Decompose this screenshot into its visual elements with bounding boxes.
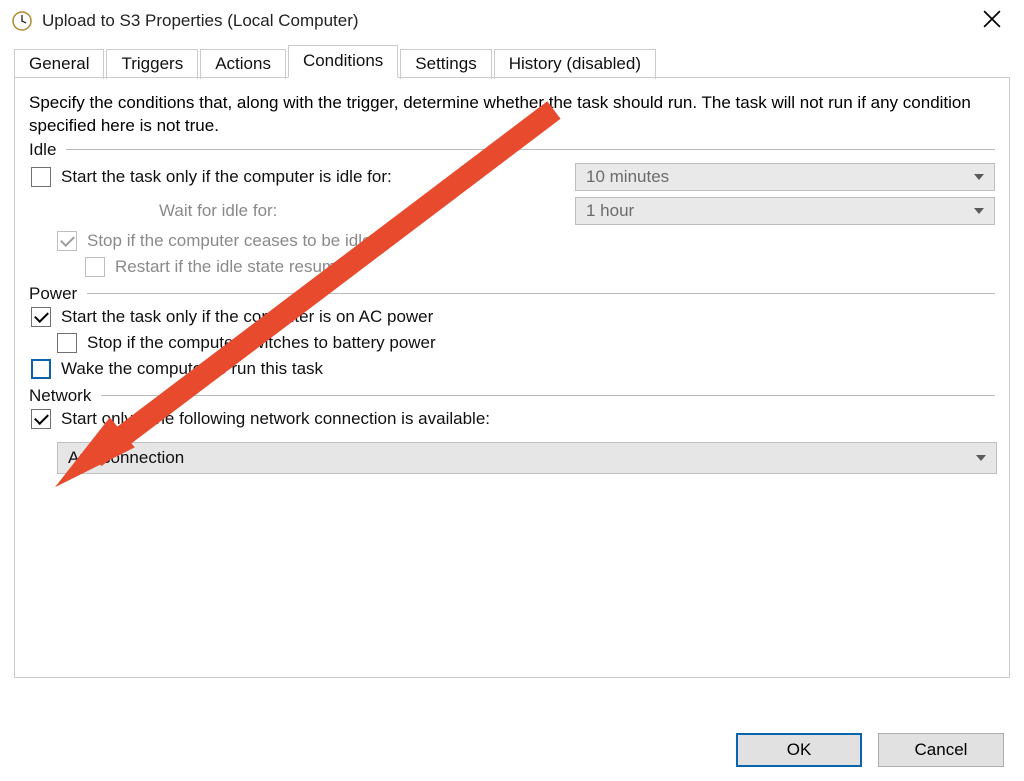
- label-net-start: Start only if the following network conn…: [61, 409, 490, 429]
- tab-general[interactable]: General: [14, 49, 104, 79]
- combo-network-connection-value: Any connection: [68, 448, 184, 468]
- label-stop-cease: Stop if the computer ceases to be idle: [87, 231, 371, 251]
- tab-actions[interactable]: Actions: [200, 49, 286, 79]
- cancel-button[interactable]: Cancel: [878, 733, 1004, 767]
- row-ac-power: Start the task only if the computer is o…: [29, 304, 995, 330]
- divider: [66, 149, 995, 150]
- section-network: Network: [29, 386, 995, 406]
- app-icon: [12, 11, 32, 31]
- checkbox-net-start[interactable]: [31, 409, 51, 429]
- row-idle-start: Start the task only if the computer is i…: [29, 160, 995, 194]
- title-bar: Upload to S3 Properties (Local Computer): [0, 0, 1024, 44]
- label-wake: Wake the computer to run this task: [61, 359, 323, 379]
- row-restart-resume: Restart if the idle state resumes: [29, 254, 995, 280]
- section-idle: Idle: [29, 140, 995, 160]
- row-stop-battery: Stop if the computer switches to battery…: [29, 330, 995, 356]
- row-net-start: Start only if the following network conn…: [29, 406, 995, 432]
- tab-triggers[interactable]: Triggers: [106, 49, 198, 79]
- section-power-label: Power: [29, 284, 77, 304]
- combo-network-connection[interactable]: Any connection: [57, 442, 997, 474]
- row-wait-idle: Wait for idle for: 1 hour: [29, 194, 995, 228]
- section-idle-label: Idle: [29, 140, 56, 160]
- label-wait-idle: Wait for idle for:: [159, 201, 575, 221]
- tab-conditions[interactable]: Conditions: [288, 45, 398, 78]
- ok-button[interactable]: OK: [736, 733, 862, 767]
- section-power: Power: [29, 284, 995, 304]
- label-idle-start: Start the task only if the computer is i…: [61, 167, 575, 187]
- section-network-label: Network: [29, 386, 91, 406]
- tab-history[interactable]: History (disabled): [494, 49, 656, 79]
- divider: [87, 293, 995, 294]
- dialog-buttons: OK Cancel: [736, 733, 1004, 767]
- window-title: Upload to S3 Properties (Local Computer): [42, 11, 972, 31]
- checkbox-idle-start[interactable]: [31, 167, 51, 187]
- chevron-down-icon: [976, 455, 986, 461]
- combo-idle-duration: 10 minutes: [575, 163, 995, 191]
- row-stop-cease: Stop if the computer ceases to be idle: [29, 228, 995, 254]
- tab-strip: General Triggers Actions Conditions Sett…: [0, 44, 1024, 78]
- combo-wait-idle: 1 hour: [575, 197, 995, 225]
- row-wake: Wake the computer to run this task: [29, 356, 995, 382]
- chevron-down-icon: [974, 174, 984, 180]
- checkbox-stop-cease: [57, 231, 77, 251]
- conditions-description: Specify the conditions that, along with …: [29, 92, 995, 138]
- label-ac-power: Start the task only if the computer is o…: [61, 307, 433, 327]
- combo-idle-duration-value: 10 minutes: [586, 167, 669, 187]
- combo-wait-idle-value: 1 hour: [586, 201, 634, 221]
- close-icon[interactable]: [972, 8, 1012, 34]
- checkbox-wake[interactable]: [31, 359, 51, 379]
- checkbox-ac-power[interactable]: [31, 307, 51, 327]
- conditions-panel: Specify the conditions that, along with …: [14, 78, 1010, 678]
- divider: [101, 395, 995, 396]
- chevron-down-icon: [974, 208, 984, 214]
- checkbox-restart-resume: [85, 257, 105, 277]
- label-restart-resume: Restart if the idle state resumes: [115, 257, 354, 277]
- label-stop-battery: Stop if the computer switches to battery…: [87, 333, 436, 353]
- checkbox-stop-battery[interactable]: [57, 333, 77, 353]
- tab-settings[interactable]: Settings: [400, 49, 491, 79]
